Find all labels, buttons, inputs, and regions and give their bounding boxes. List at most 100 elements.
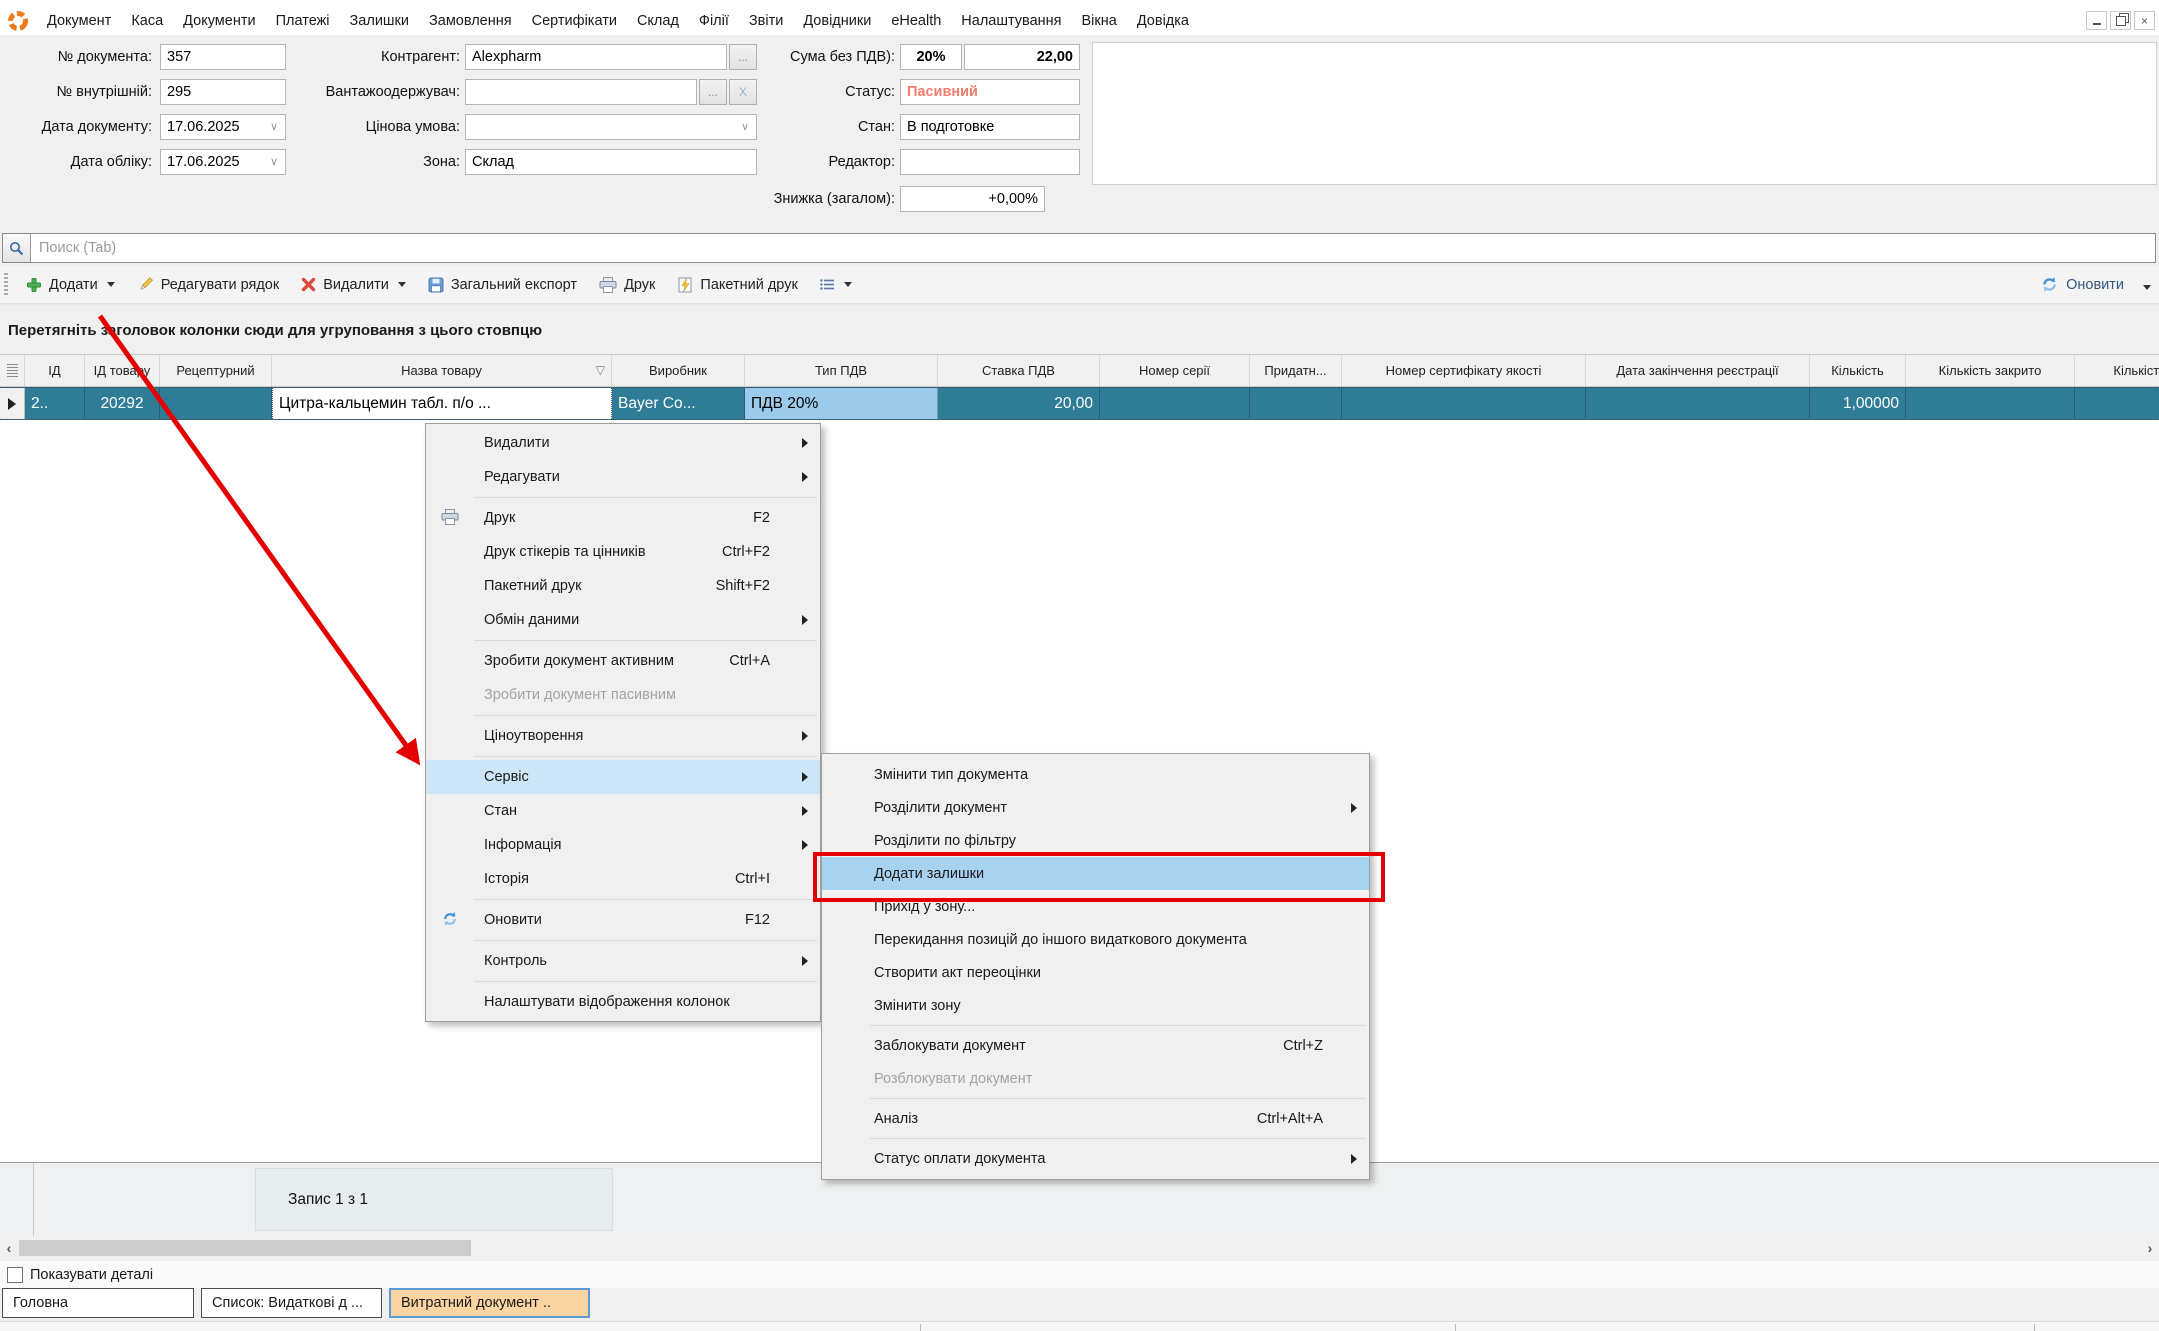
cell-quantity[interactable]: 1,00000 xyxy=(1810,388,1906,419)
close-button[interactable]: × xyxy=(2134,11,2155,30)
horizontal-scrollbar[interactable]: ‹ › xyxy=(0,1238,2159,1258)
cell-quantity-extra[interactable] xyxy=(2075,388,2159,419)
delete-button[interactable]: Видалити xyxy=(290,270,417,300)
cell-quantity-closed[interactable] xyxy=(1906,388,2075,419)
cell-product-name[interactable]: Цитра-кальцемин табл. п/о ... xyxy=(272,388,612,419)
batch-print-button[interactable]: Пакетний друк xyxy=(666,270,808,300)
menu-windows[interactable]: Вікна xyxy=(1072,6,1127,35)
print-button[interactable]: Друк xyxy=(588,270,666,300)
ctx-print-stickers[interactable]: Друк стікерів та цінниківCtrl+F2 xyxy=(426,535,820,569)
consignee-label: Вантажоодержувач: xyxy=(213,79,460,105)
ctx-delete[interactable]: Видалити xyxy=(426,426,820,460)
submenu-arrow-icon xyxy=(802,438,808,448)
scrollbar-thumb[interactable] xyxy=(19,1240,471,1256)
minimize-button[interactable] xyxy=(2086,11,2107,30)
cell-reg-end-date[interactable] xyxy=(1586,388,1810,419)
sub-split-document[interactable]: Розділити документ xyxy=(822,791,1369,824)
discount-field[interactable]: +0,00% xyxy=(900,186,1045,212)
sub-change-doc-type[interactable]: Змінити тип документа xyxy=(822,758,1369,791)
scroll-left-button[interactable]: ‹ xyxy=(0,1238,18,1258)
header-id[interactable]: ІД xyxy=(25,355,85,386)
cell-validity[interactable] xyxy=(1250,388,1342,419)
tab-main[interactable]: Головна xyxy=(2,1288,194,1318)
menu-ehealth[interactable]: eHealth xyxy=(881,6,951,35)
menu-settings[interactable]: Налаштування xyxy=(951,6,1071,35)
header-vat-rate[interactable]: Ставка ПДВ xyxy=(938,355,1100,386)
menu-orders[interactable]: Замовлення xyxy=(419,6,522,35)
header-product-id[interactable]: ІД товару xyxy=(85,355,160,386)
header-quantity-closed[interactable]: Кількість закрито xyxy=(1906,355,2075,386)
scroll-right-button[interactable]: › xyxy=(2141,1238,2159,1258)
price-condition-label: Цінова умова: xyxy=(213,114,460,140)
search-button[interactable] xyxy=(3,234,31,262)
header-reg-end-date[interactable]: Дата закінчення реєстрації xyxy=(1586,355,1810,386)
ctx-state[interactable]: Стан xyxy=(426,794,820,828)
cell-product-id[interactable]: 20292 xyxy=(85,388,160,419)
ctx-pricing[interactable]: Ціноутворення xyxy=(426,719,820,753)
header-prescription[interactable]: Рецептурний xyxy=(160,355,272,386)
header-vat-type[interactable]: Тип ПДВ xyxy=(745,355,938,386)
ctx-refresh[interactable]: ОновитиF12 xyxy=(426,903,820,937)
edit-row-button[interactable]: Редагувати рядок xyxy=(126,270,291,300)
menu-branches[interactable]: Філії xyxy=(689,6,739,35)
cell-vat-rate[interactable]: 20,00 xyxy=(938,388,1100,419)
menu-kasa[interactable]: Каса xyxy=(121,6,173,35)
ctx-service[interactable]: Сервіс xyxy=(426,760,820,794)
sub-analysis[interactable]: АналізCtrl+Alt+A xyxy=(822,1102,1369,1135)
group-by-bar[interactable]: Перетягніть заголовок колонки сюди для у… xyxy=(0,304,2159,355)
vat-percent-field[interactable]: 20% xyxy=(900,44,962,70)
search-input[interactable] xyxy=(31,234,2155,262)
notes-box[interactable] xyxy=(1092,42,2157,185)
sub-create-revaluation[interactable]: Створити акт переоцінки xyxy=(822,956,1369,989)
ctx-history[interactable]: ІсторіяCtrl+I xyxy=(426,862,820,896)
header-marker-cell[interactable] xyxy=(0,355,25,386)
cell-serial[interactable] xyxy=(1100,388,1250,419)
menu-help[interactable]: Довідка xyxy=(1127,6,1199,35)
cell-cert-number[interactable] xyxy=(1342,388,1586,419)
menu-payments[interactable]: Платежі xyxy=(266,6,340,35)
tab-expense-list[interactable]: Список: Видаткові д ... xyxy=(201,1288,382,1318)
sort-filter-icon[interactable]: ▽ xyxy=(596,363,605,377)
sub-change-zone[interactable]: Змінити зону xyxy=(822,989,1369,1022)
sub-move-positions[interactable]: Перекидання позицій до іншого видатковог… xyxy=(822,923,1369,956)
list-options-button[interactable] xyxy=(809,270,863,300)
cell-id[interactable]: 2.. xyxy=(25,388,85,419)
header-serial[interactable]: Номер серії xyxy=(1100,355,1250,386)
menu-certificates[interactable]: Сертифікати xyxy=(522,6,627,35)
header-quantity[interactable]: Кількість xyxy=(1810,355,1906,386)
menu-documents[interactable]: Документи xyxy=(173,6,265,35)
header-quantity-extra[interactable]: Кількість з xyxy=(2075,355,2159,386)
ctx-control[interactable]: Контроль xyxy=(426,944,820,978)
header-validity[interactable]: Придатн... xyxy=(1250,355,1342,386)
ctx-batch-print[interactable]: Пакетний друкShift+F2 xyxy=(426,569,820,603)
sum-amount-field[interactable]: 22,00 xyxy=(964,44,1080,70)
menu-remainders[interactable]: Залишки xyxy=(340,6,419,35)
submenu-arrow-icon xyxy=(802,806,808,816)
cell-producer[interactable]: Bayer Co... xyxy=(612,388,745,419)
menu-directories[interactable]: Довідники xyxy=(793,6,881,35)
menu-document[interactable]: Документ xyxy=(37,6,121,35)
sub-lock-document[interactable]: Заблокувати документCtrl+Z xyxy=(822,1029,1369,1062)
general-export-button[interactable]: Загальний експорт xyxy=(417,270,588,300)
ctx-edit[interactable]: Редагувати xyxy=(426,460,820,494)
cell-vat-type[interactable]: ПДВ 20% xyxy=(745,388,938,419)
table-row[interactable]: 2.. 20292 Цитра-кальцемин табл. п/о ... … xyxy=(0,387,2159,420)
header-cert-number[interactable]: Номер сертифікату якості xyxy=(1342,355,1586,386)
ctx-info[interactable]: Інформація xyxy=(426,828,820,862)
refresh-button[interactable]: Оновити xyxy=(2032,276,2159,293)
restore-button[interactable] xyxy=(2110,11,2131,30)
ctx-print[interactable]: ДрукF2 xyxy=(426,501,820,535)
tab-expense-document[interactable]: Витратний документ .. xyxy=(389,1288,590,1318)
ctx-configure-columns[interactable]: Налаштувати відображення колонок xyxy=(426,985,820,1019)
sub-payment-status[interactable]: Статус оплати документа xyxy=(822,1142,1369,1175)
ctx-data-exchange[interactable]: Обмін даними xyxy=(426,603,820,637)
menu-warehouse[interactable]: Склад xyxy=(627,6,689,35)
header-producer[interactable]: Виробник xyxy=(612,355,745,386)
ctx-make-active[interactable]: Зробити документ активнимCtrl+A xyxy=(426,644,820,678)
toolbar-drag-handle[interactable] xyxy=(4,273,8,297)
header-product-name[interactable]: Назва товару▽ xyxy=(272,355,612,386)
menu-reports[interactable]: Звіти xyxy=(739,6,793,35)
show-details-checkbox[interactable] xyxy=(7,1267,23,1283)
add-button[interactable]: Додати xyxy=(15,270,126,300)
cell-prescription[interactable] xyxy=(160,388,272,419)
